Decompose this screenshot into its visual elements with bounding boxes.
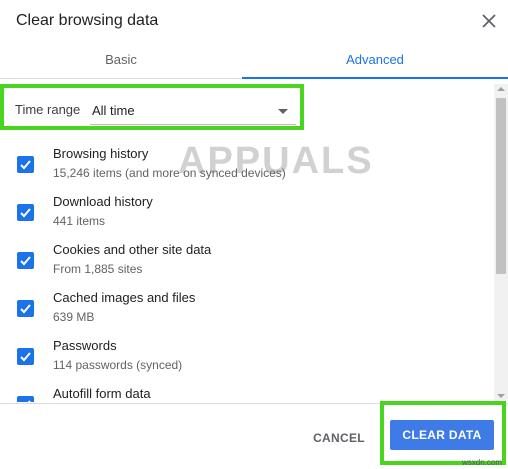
checkbox-download-history[interactable] <box>17 204 34 221</box>
tab-bar: Basic Advanced <box>0 46 508 79</box>
list-item: Cached images and files 639 MB <box>0 290 494 338</box>
close-icon[interactable] <box>478 10 500 32</box>
list-scrollbar[interactable] <box>494 84 508 402</box>
time-range-select[interactable]: All time <box>90 98 296 125</box>
item-title: Cookies and other site data <box>53 242 212 257</box>
scroll-down-icon[interactable] <box>497 394 505 398</box>
scrollbar-thumb[interactable] <box>496 98 506 274</box>
checkmark-icon <box>27 400 31 402</box>
list-item: Download history 441 items <box>0 194 494 242</box>
item-title: Download history <box>53 194 153 209</box>
tab-basic[interactable]: Basic <box>0 46 242 78</box>
item-title: Browsing history <box>53 146 149 161</box>
clear-browsing-data-dialog: Clear browsing data Basic Advanced Time … <box>0 0 508 469</box>
list-item: Autofill form data <box>0 386 494 402</box>
scroll-up-icon[interactable] <box>497 87 505 91</box>
checkbox-cached-images[interactable] <box>17 300 34 317</box>
item-title: Autofill form data <box>53 386 151 401</box>
checkmark-icon <box>20 256 31 266</box>
time-range-row: Time range All time <box>0 84 304 130</box>
checkmark-icon <box>20 208 31 218</box>
chevron-down-icon <box>278 109 288 114</box>
dialog-title: Clear browsing data <box>16 12 159 29</box>
item-title: Passwords <box>53 338 117 353</box>
list-item: Cookies and other site data From 1,885 s… <box>0 242 494 290</box>
clear-data-button[interactable]: CLEAR DATA <box>390 420 494 450</box>
list-item: Browsing history 15,246 items (and more … <box>0 146 494 194</box>
checkbox-autofill[interactable] <box>17 396 34 402</box>
item-subtitle: 441 items <box>53 214 106 228</box>
clear-data-highlight: CLEAR DATA <box>380 401 506 465</box>
active-tab-indicator <box>242 77 508 79</box>
checkbox-browsing-history[interactable] <box>17 156 34 173</box>
item-subtitle: 639 MB <box>53 310 95 324</box>
item-subtitle: 15,246 items (and more on synced devices… <box>53 166 286 180</box>
time-range-label: Time range <box>15 102 81 117</box>
data-type-list: Browsing history 15,246 items (and more … <box>0 138 494 402</box>
item-title: Cached images and files <box>53 290 196 305</box>
list-item: Passwords 114 passwords (synced) <box>0 338 494 386</box>
item-subtitle: From 1,885 sites <box>53 262 143 276</box>
tab-advanced[interactable]: Advanced <box>242 46 508 78</box>
watermark-site: wsxdn.com <box>462 458 503 467</box>
checkmark-icon <box>20 160 31 170</box>
checkmark-icon <box>20 304 31 314</box>
item-subtitle: 114 passwords (synced) <box>53 358 183 372</box>
time-range-value: All time <box>92 103 135 118</box>
checkbox-cookies[interactable] <box>17 252 34 269</box>
checkbox-passwords[interactable] <box>17 348 34 365</box>
cancel-button[interactable]: CANCEL <box>304 424 374 452</box>
checkmark-icon <box>20 352 31 362</box>
